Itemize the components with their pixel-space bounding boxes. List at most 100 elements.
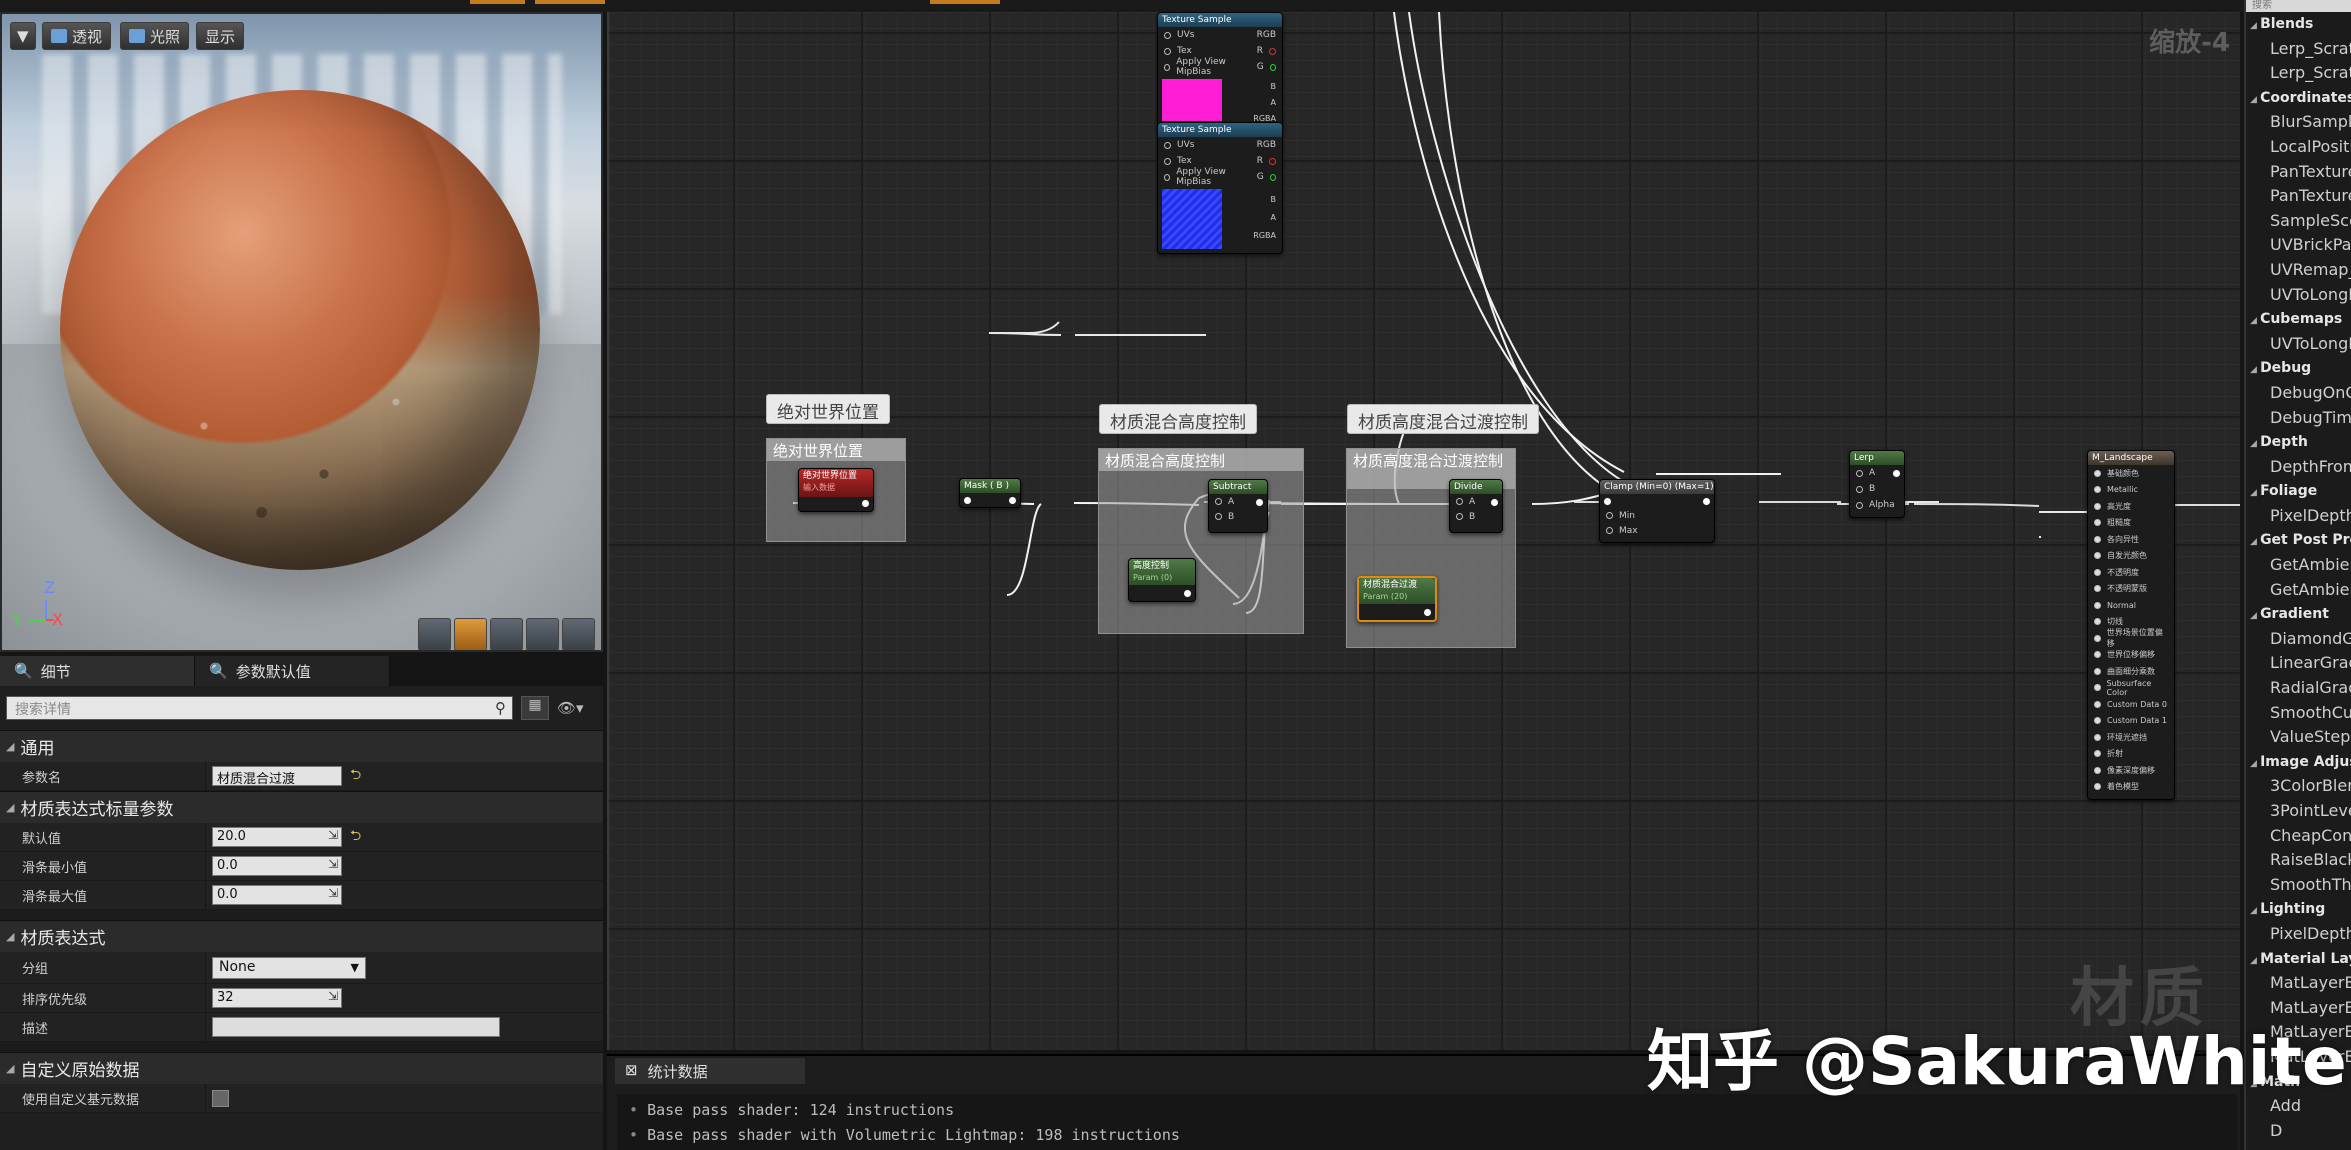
- pin-uvs[interactable]: UVs RGB: [1158, 137, 1282, 153]
- output-pin[interactable]: [1490, 498, 1499, 507]
- comment-bubble-world-position[interactable]: 绝对世界位置: [766, 394, 890, 424]
- palette-item[interactable]: D: [2246, 1119, 2351, 1144]
- result-pin[interactable]: 曲面细分乘数: [2088, 663, 2174, 680]
- section-material-expression[interactable]: ◢ 材质表达式: [0, 920, 603, 952]
- tab-details[interactable]: 🔍 细节: [0, 656, 195, 686]
- section-custom-primitive[interactable]: ◢ 自定义原始数据: [0, 1052, 603, 1084]
- pin-b[interactable]: B: [1209, 509, 1267, 524]
- sort-priority-input[interactable]: 32: [212, 988, 342, 1008]
- reset-icon[interactable]: ⮌: [350, 764, 361, 788]
- slider-min-input[interactable]: 0.0: [212, 856, 342, 876]
- lit-button[interactable]: 光照: [120, 22, 190, 50]
- output-pin[interactable]: [1702, 497, 1711, 506]
- section-scalar-parameter[interactable]: ◢ 材质表达式标量参数: [0, 791, 603, 823]
- custom-mesh-icon[interactable]: [562, 618, 595, 650]
- palette-category[interactable]: Image Adjustment: [2246, 750, 2351, 775]
- palette-item[interactable]: SampleSceneDepth: [2246, 209, 2351, 234]
- palette-item[interactable]: DebugTime: [2246, 406, 2351, 431]
- sphere-icon[interactable]: [454, 618, 487, 650]
- palette-category[interactable]: Debug: [2246, 356, 2351, 381]
- result-pin[interactable]: Subsurface Color: [2088, 679, 2174, 697]
- palette-item[interactable]: PixelDepthOffset: [2246, 504, 2351, 529]
- output-pin[interactable]: [1255, 498, 1264, 507]
- clamp-node[interactable]: Clamp (Min=0) (Max=1) Min Max: [1599, 479, 1715, 543]
- output-pin[interactable]: [1423, 608, 1432, 617]
- palette-item[interactable]: DebugOnOff: [2246, 381, 2351, 406]
- palette-category[interactable]: Coordinates: [2246, 86, 2351, 111]
- output-pin[interactable]: [1183, 589, 1192, 598]
- palette-item[interactable]: UVToLongLat: [2246, 332, 2351, 357]
- material-result-node[interactable]: M_Landscape 基础颜色 Metallic 高光度 粗糙度 各向异性 自发光颜色不…: [2087, 450, 2175, 800]
- output-pin[interactable]: [1892, 469, 1901, 478]
- input-pin[interactable]: [1603, 497, 1612, 506]
- material-graph-canvas[interactable]: 缩放-4 材质 Texture Sample UVs RGB Tex R App…: [607, 12, 2240, 1050]
- result-pin[interactable]: 折射: [2088, 746, 2174, 763]
- palette-item[interactable]: LocalPosition: [2246, 135, 2351, 160]
- comment-box-height-control[interactable]: 材质混合高度控制: [1098, 448, 1304, 634]
- result-pin[interactable]: 高光度: [2088, 498, 2174, 515]
- absolute-world-position-node[interactable]: 绝对世界位置 输入数据: [798, 468, 874, 512]
- param-name-input[interactable]: 材质混合过渡: [212, 766, 342, 787]
- pin-min[interactable]: Min: [1600, 508, 1714, 523]
- palette-category[interactable]: Get Post Process: [2246, 528, 2351, 553]
- cube-icon[interactable]: [526, 618, 559, 650]
- result-pin[interactable]: Metallic: [2088, 482, 2174, 499]
- pin-b[interactable]: B: [1850, 481, 1904, 497]
- palette-item[interactable]: RaiseBlack: [2246, 848, 2351, 873]
- output-pin[interactable]: [861, 499, 870, 508]
- pin-b[interactable]: B: [1450, 509, 1502, 524]
- texture-sample-node-2[interactable]: Texture Sample UVs RGB Tex R Apply View Mi…: [1157, 122, 1283, 254]
- result-pin[interactable]: Custom Data 1: [2088, 713, 2174, 730]
- palette-category[interactable]: Cubemaps: [2246, 307, 2351, 332]
- comment-bubble-blend-transition[interactable]: 材质高度混合过渡控制: [1347, 404, 1539, 434]
- palette-category[interactable]: Depth: [2246, 430, 2351, 455]
- palette-item[interactable]: CheapContrast: [2246, 824, 2351, 849]
- palette-category[interactable]: Blends: [2246, 12, 2351, 37]
- description-input[interactable]: [212, 1017, 500, 1037]
- palette-item[interactable]: LinearGradient: [2246, 651, 2351, 676]
- texture-sample-node-1[interactable]: Texture Sample UVs RGB Tex R Apply View Mi…: [1157, 12, 1283, 130]
- palette-item[interactable]: PanTextureFlow: [2246, 184, 2351, 209]
- palette-item[interactable]: SmoothThreshold: [2246, 873, 2351, 898]
- palette-item[interactable]: RadialGradient: [2246, 676, 2351, 701]
- palette-category[interactable]: Lighting: [2246, 897, 2351, 922]
- use-custom-primitive-checkbox[interactable]: [212, 1089, 229, 1107]
- tab-parameter-defaults[interactable]: 🔍 参数默认值: [195, 656, 390, 686]
- blend-transition-param-node[interactable]: 材质混合过渡 Param (20): [1357, 576, 1437, 622]
- result-pin[interactable]: 世界场景位置偏移: [2088, 628, 2174, 648]
- height-control-param-node[interactable]: 高度控制 Param (0): [1128, 558, 1196, 602]
- palette-item[interactable]: DepthFromWorldPosition: [2246, 455, 2351, 480]
- subtract-node[interactable]: Subtract A B: [1208, 479, 1268, 533]
- group-dropdown[interactable]: None: [212, 956, 366, 979]
- result-pin[interactable]: Custom Data 0: [2088, 696, 2174, 713]
- eye-icon[interactable]: 👁▾: [557, 699, 584, 717]
- pin-mipbias[interactable]: Apply View MipBias G: [1158, 57, 1282, 77]
- grid-view-icon[interactable]: ▦: [521, 696, 549, 720]
- mask-node[interactable]: Mask ( B ): [959, 478, 1021, 508]
- palette-item[interactable]: GetAmbientCube: [2246, 553, 2351, 578]
- output-pin[interactable]: [1008, 496, 1017, 505]
- pin-mipbias[interactable]: Apply View MipBias G: [1158, 167, 1282, 187]
- result-pin[interactable]: 基础颜色: [2088, 465, 2174, 482]
- result-pin[interactable]: 像素深度偏移: [2088, 762, 2174, 779]
- preview-viewport[interactable]: ▼ 透视 光照 显示 Z Y X: [0, 12, 603, 652]
- palette-item[interactable]: Lerp_ScratchGrime: [2246, 37, 2351, 62]
- result-pin[interactable]: 粗糙度: [2088, 515, 2174, 532]
- palette-item[interactable]: DiamondGradient: [2246, 627, 2351, 652]
- result-pin[interactable]: 各向异性: [2088, 531, 2174, 548]
- show-button[interactable]: 显示: [196, 22, 245, 50]
- palette-item[interactable]: SmoothCurve: [2246, 701, 2351, 726]
- palette-search-input[interactable]: 搜索: [2246, 0, 2351, 12]
- tab-stats[interactable]: ⊠ 统计数据: [615, 1058, 805, 1084]
- result-pin[interactable]: Normal: [2088, 597, 2174, 614]
- input-pin[interactable]: [963, 496, 972, 505]
- details-search-input[interactable]: 搜索详情 ⚲: [6, 696, 513, 720]
- result-pin[interactable]: 不透明度: [2088, 564, 2174, 581]
- result-pin[interactable]: 着色模型: [2088, 779, 2174, 796]
- perspective-button[interactable]: 透视: [42, 22, 112, 50]
- plane-icon[interactable]: [490, 618, 523, 650]
- palette-item[interactable]: GetAmbientColor: [2246, 578, 2351, 603]
- pin-max[interactable]: Max: [1600, 523, 1714, 538]
- cylinder-icon[interactable]: [418, 618, 451, 650]
- section-general[interactable]: ◢ 通用: [0, 730, 603, 762]
